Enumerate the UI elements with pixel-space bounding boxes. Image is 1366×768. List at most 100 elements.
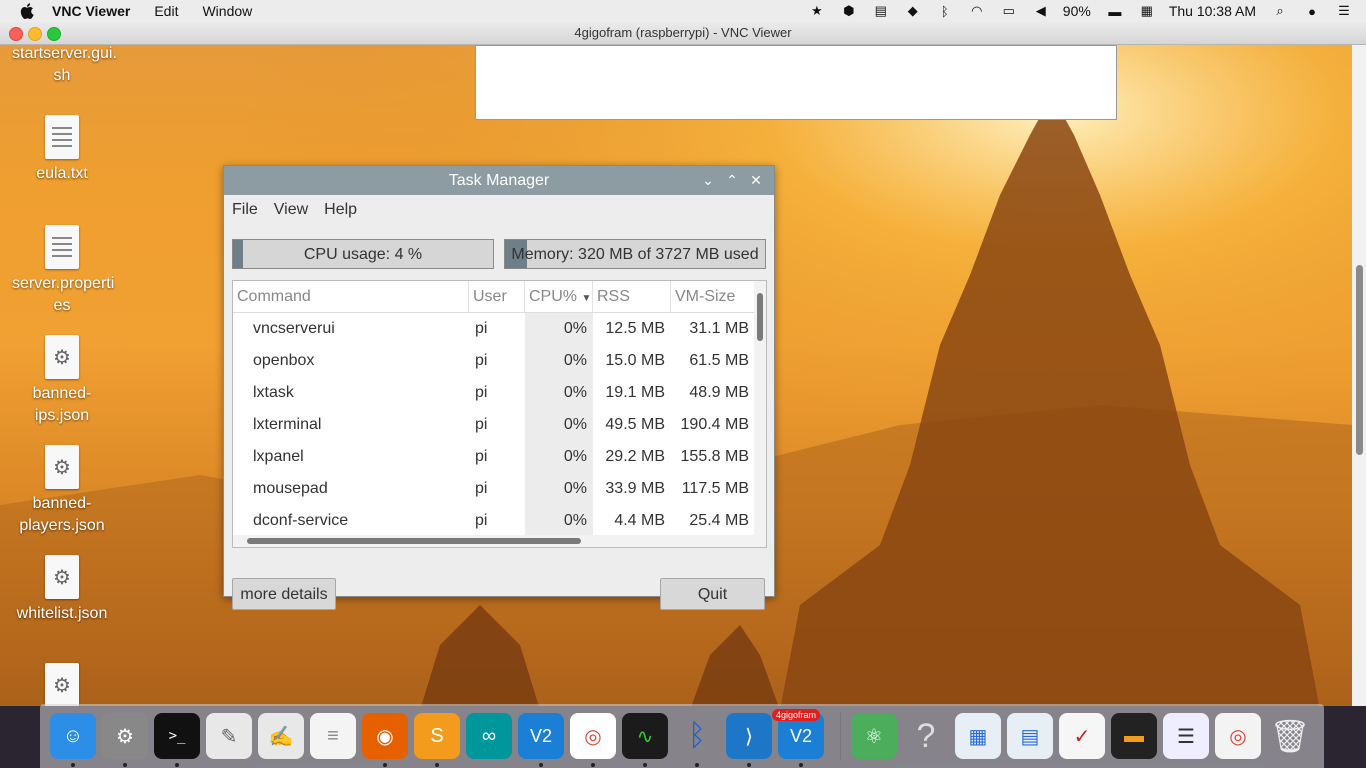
desktop-icon-banned-ips[interactable]: ⚙ banned- ips.json bbox=[12, 335, 112, 427]
scrollbar-thumb[interactable] bbox=[247, 538, 581, 544]
table-row[interactable]: openbox pi 0% 15.0 MB 61.5 MB bbox=[233, 345, 766, 377]
minimize-window-button[interactable] bbox=[28, 27, 42, 41]
cube-icon[interactable]: ⬢ bbox=[839, 3, 859, 19]
task-manager-title-bar[interactable]: Task Manager ⌄ ⌃ ✕ bbox=[224, 166, 774, 195]
vnc-vertical-scrollbar[interactable] bbox=[1352, 45, 1366, 710]
process-rss: 33.9 MB bbox=[605, 480, 665, 497]
window-thumbnail-icon[interactable]: ▬ bbox=[1111, 713, 1157, 759]
desktop-icon-server-properties[interactable]: server.properti es bbox=[12, 225, 115, 317]
unknown-app-icon[interactable]: ? bbox=[903, 713, 949, 759]
menubar-edit[interactable]: Edit bbox=[154, 3, 178, 19]
vnc-connection-icon[interactable]: 4gigofram V2 bbox=[772, 709, 824, 767]
sublime-text-icon[interactable]: S bbox=[414, 713, 460, 767]
terminal-icon[interactable]: >_ bbox=[154, 713, 200, 767]
bluetooth-file-exchange-icon[interactable]: ᛒ bbox=[674, 713, 720, 767]
menu-help[interactable]: Help bbox=[324, 201, 357, 219]
window-thumbnail-icon[interactable]: ▤ bbox=[1007, 713, 1053, 759]
volume-icon[interactable]: ◀ bbox=[1031, 3, 1051, 19]
more-details-button[interactable]: more details bbox=[232, 578, 336, 610]
vnc-viewer-icon[interactable]: V2 bbox=[518, 713, 564, 767]
scrollbar-thumb[interactable] bbox=[757, 293, 763, 341]
textedit-icon[interactable]: ✍ bbox=[258, 713, 304, 759]
table-row[interactable]: dconf-service pi 0% 4.4 MB 25.4 MB bbox=[233, 505, 766, 537]
process-vm-size: 155.8 MB bbox=[680, 448, 749, 465]
flag-icon[interactable]: ▦ bbox=[1137, 3, 1157, 19]
spotlight-search-icon[interactable]: ⌕ bbox=[1270, 3, 1290, 19]
vscode-icon[interactable]: ⟩ bbox=[726, 713, 772, 767]
process-rss: 19.1 MB bbox=[605, 384, 665, 401]
bluetooth-icon[interactable]: ᛒ bbox=[935, 3, 955, 19]
notification-center-icon[interactable]: ☰ bbox=[1334, 3, 1354, 19]
window-thumbnail-icon[interactable]: ✓ bbox=[1059, 713, 1105, 759]
system-preferences-icon[interactable]: ⚙ bbox=[102, 713, 148, 767]
siri-icon[interactable]: ● bbox=[1302, 3, 1322, 19]
window-thumbnail-icon[interactable]: ☰ bbox=[1163, 713, 1209, 759]
table-vertical-scrollbar[interactable] bbox=[754, 281, 766, 547]
table-row[interactable]: lxterminal pi 0% 49.5 MB 190.4 MB bbox=[233, 409, 766, 441]
desktop-icon-label: eula.txt bbox=[36, 165, 88, 182]
airplay-icon[interactable]: ▭ bbox=[999, 3, 1019, 19]
dock-separator bbox=[840, 712, 841, 760]
desktop-icon-whitelist[interactable]: ⚙ whitelist.json bbox=[12, 555, 112, 625]
battery-percent[interactable]: 90% bbox=[1063, 3, 1091, 19]
table-row[interactable]: vncserverui pi 0% 12.5 MB 31.1 MB bbox=[233, 313, 766, 345]
chrome-icon[interactable]: ◎ bbox=[570, 713, 616, 767]
apple-menu-icon[interactable] bbox=[20, 3, 34, 19]
atom-icon[interactable]: ⚛ bbox=[851, 713, 897, 759]
menubar-window[interactable]: Window bbox=[202, 3, 252, 19]
scrollbar-thumb[interactable] bbox=[1356, 265, 1363, 455]
battery-icon[interactable]: ▬ bbox=[1105, 3, 1125, 19]
menu-view[interactable]: View bbox=[274, 201, 308, 219]
notes-icon[interactable]: ≡ bbox=[310, 713, 356, 759]
column-vm-size[interactable]: VM-Size bbox=[671, 281, 755, 312]
menubar-clock[interactable]: Thu 10:38 AM bbox=[1169, 3, 1256, 19]
maximize-icon[interactable]: ⌃ bbox=[722, 166, 742, 195]
dropbox-icon[interactable]: ◆ bbox=[903, 3, 923, 19]
quit-button[interactable]: Quit bbox=[660, 578, 765, 610]
wifi-icon[interactable]: ◠ bbox=[967, 3, 987, 19]
close-window-button[interactable] bbox=[9, 27, 23, 41]
window-thumbnail-icon[interactable]: ◎ bbox=[1215, 713, 1261, 759]
desktop-icon-label: banned- ips.json bbox=[32, 385, 92, 424]
gear-file-icon: ⚙ bbox=[45, 555, 79, 599]
column-rss[interactable]: RSS bbox=[593, 281, 671, 312]
arduino-icon[interactable]: ∞ bbox=[466, 713, 512, 759]
desktop-icon-label: server.properti es bbox=[12, 275, 115, 314]
zoom-window-button[interactable] bbox=[47, 27, 61, 41]
window-thumbnail-icon[interactable]: ▦ bbox=[955, 713, 1001, 759]
drive-icon[interactable]: ▤ bbox=[871, 3, 891, 19]
finder-icon[interactable]: ☺ bbox=[50, 713, 96, 767]
desktop-icon-label: banned- players.json bbox=[19, 495, 105, 534]
desktop-icon-banned-players[interactable]: ⚙ banned- players.json bbox=[12, 445, 112, 537]
table-horizontal-scrollbar[interactable] bbox=[233, 535, 754, 547]
vnc-title-bar[interactable]: 4gigofram (raspberrypi) - VNC Viewer bbox=[0, 22, 1366, 45]
star-icon[interactable]: ★ bbox=[807, 3, 827, 19]
script-editor-icon[interactable]: ✎ bbox=[206, 713, 252, 759]
table-row[interactable]: mousepad pi 0% 33.9 MB 117.5 MB bbox=[233, 473, 766, 505]
remote-desktop[interactable]: startserver.gui. sh eula.txt server.prop… bbox=[0, 45, 1352, 710]
dock: ☺ ⚙ >_ ✎ ✍ ≡ ◉ S ∞ V2 ◎ ∿ ᛒ ⟩ 4gigofram V… bbox=[40, 704, 1324, 768]
desktop-icon-startserver[interactable]: startserver.gui. sh bbox=[12, 45, 117, 87]
column-cpu[interactable]: CPU% ▼ bbox=[525, 281, 593, 312]
menubar-app-name[interactable]: VNC Viewer bbox=[52, 3, 130, 19]
column-user[interactable]: User bbox=[469, 281, 525, 312]
table-row[interactable]: lxtask pi 0% 19.1 MB 48.9 MB bbox=[233, 377, 766, 409]
close-icon[interactable]: ✕ bbox=[746, 166, 766, 195]
activity-monitor-icon[interactable]: ∿ bbox=[622, 713, 668, 767]
column-command[interactable]: Command bbox=[233, 281, 469, 312]
dock-badge: 4gigofram bbox=[772, 709, 821, 721]
desktop-icon-partial[interactable]: ⚙ bbox=[12, 663, 112, 710]
process-user: pi bbox=[475, 320, 488, 337]
process-command: dconf-service bbox=[253, 512, 349, 529]
column-cpu-label: CPU% bbox=[529, 288, 578, 305]
text-file-icon bbox=[45, 115, 79, 159]
desktop-icon-eula[interactable]: eula.txt bbox=[12, 115, 112, 185]
text-file-icon bbox=[45, 225, 79, 269]
trash-icon[interactable]: 🗑 bbox=[1267, 713, 1313, 759]
menu-file[interactable]: File bbox=[232, 201, 258, 219]
firefox-icon[interactable]: ◉ bbox=[362, 713, 408, 767]
minimize-icon[interactable]: ⌄ bbox=[698, 166, 718, 195]
table-row[interactable]: lxpanel pi 0% 29.2 MB 155.8 MB bbox=[233, 441, 766, 473]
memory-usage-label: Memory: 320 MB of 3727 MB used bbox=[511, 246, 759, 263]
process-cpu: 0% bbox=[525, 505, 593, 537]
